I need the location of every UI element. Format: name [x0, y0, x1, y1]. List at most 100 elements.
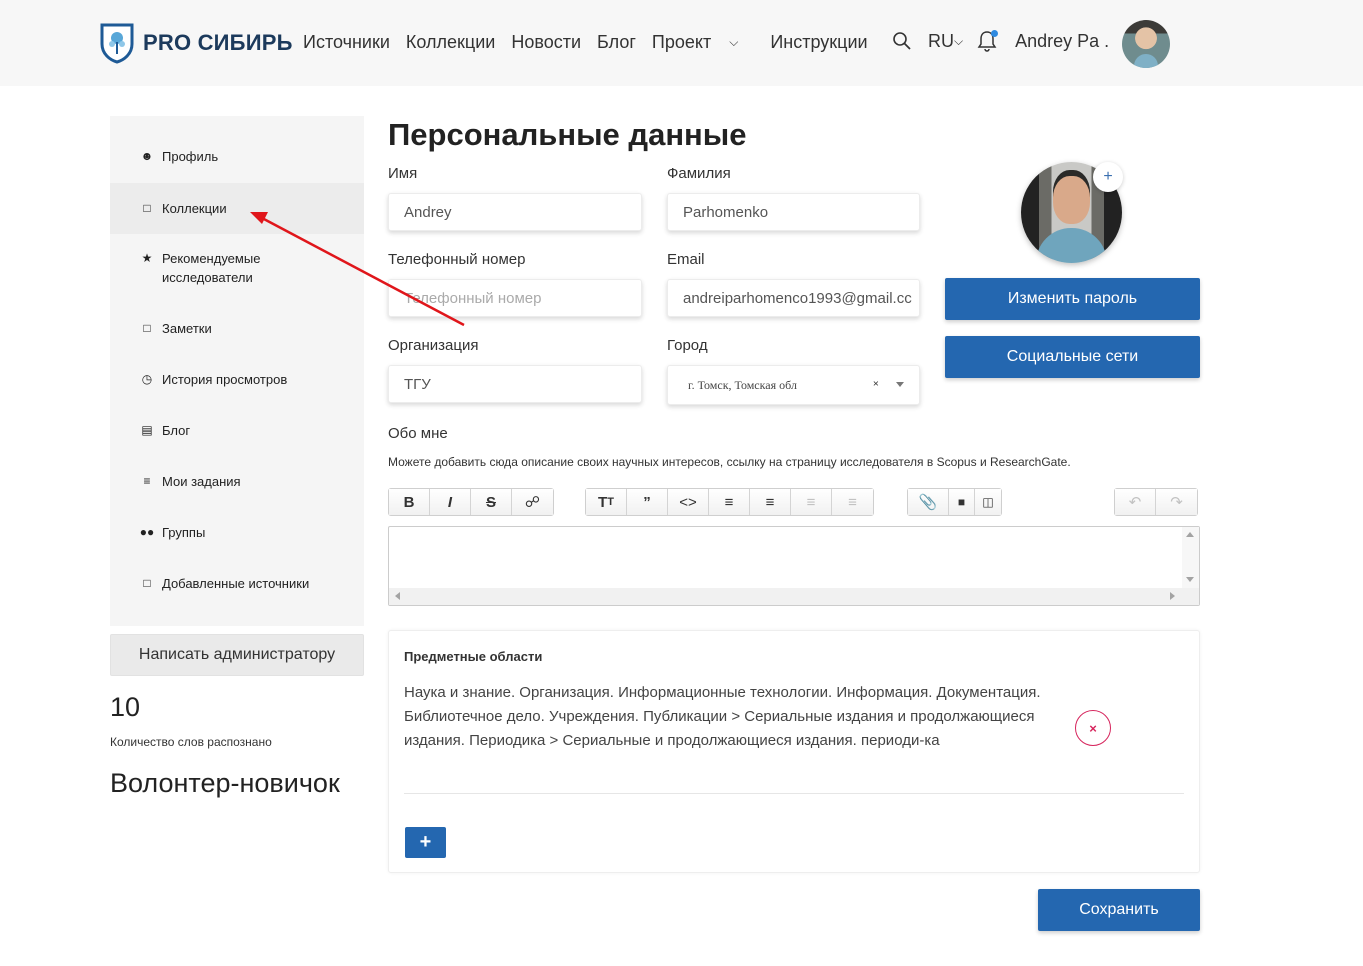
organization-field[interactable]: ТГУ: [388, 365, 642, 403]
scroll-down-icon[interactable]: [1186, 577, 1194, 582]
word-count-label: Количество слов распознано: [110, 735, 272, 749]
toolbar-format-group: B I S ☍: [388, 488, 554, 516]
email-label: Email: [667, 251, 705, 268]
sidebar-item-groups[interactable]: ●● Группы: [110, 525, 364, 540]
chevron-down-icon: ⌵: [729, 35, 739, 49]
redo-button[interactable]: ↷: [1156, 489, 1197, 515]
bold-button[interactable]: B: [389, 489, 430, 515]
remove-subject-button[interactable]: ×: [1075, 710, 1111, 746]
sidebar-item-label: Мои задания: [162, 474, 241, 489]
scroll-up-icon[interactable]: [1186, 532, 1194, 537]
bookmark-icon: □: [143, 201, 151, 215]
city-select[interactable]: г. Томск, Томская обл ×: [667, 365, 920, 405]
language-selector[interactable]: RU⌵: [928, 31, 963, 52]
sidebar-item-history[interactable]: ◷ История просмотров: [110, 372, 364, 387]
undo-button[interactable]: ↶: [1115, 489, 1156, 515]
scroll-left-icon[interactable]: [395, 592, 400, 600]
sidebar-item-label: Группы: [162, 525, 206, 540]
about-label: Обо мне: [388, 425, 448, 442]
task-list-icon: ≡: [143, 474, 151, 488]
sidebar-item-collections[interactable]: □ Коллекции: [110, 183, 364, 234]
phone-field[interactable]: Телефонный номер: [388, 279, 642, 317]
user-name[interactable]: Andrey Pa .: [1015, 31, 1109, 52]
heading-button[interactable]: TT: [586, 489, 627, 515]
indent-button[interactable]: ≡: [832, 489, 873, 515]
sidebar-item-label: Добавленные источники: [162, 576, 310, 591]
toolbar-insert-group: 📎 ■ ◫: [907, 488, 1002, 516]
top-navbar: PRO СИБИРЬ Источники Коллекции Новости Б…: [0, 0, 1363, 86]
clear-icon[interactable]: ×: [873, 378, 879, 390]
link-button[interactable]: ☍: [512, 489, 553, 515]
toolbar-block-group: TT ” <> ≡ ≡ ≡ ≡: [585, 488, 874, 516]
scroll-right-icon[interactable]: [1170, 592, 1175, 600]
italic-button[interactable]: I: [430, 489, 471, 515]
search-icon[interactable]: [892, 31, 912, 51]
sidebar-item-added-sources[interactable]: □ Добавленные источники: [110, 576, 364, 591]
nav-project-label: Проект: [651, 32, 712, 52]
sidebar-item-label: Профиль: [162, 149, 219, 164]
clock-icon: ◷: [141, 372, 153, 386]
phone-label: Телефонный номер: [388, 251, 526, 268]
social-networks-button[interactable]: Социальные сети: [945, 336, 1200, 378]
video-button[interactable]: ■: [949, 489, 975, 515]
logo-text: PRO СИБИРЬ: [143, 30, 293, 55]
about-editor[interactable]: [388, 526, 1200, 606]
quote-button[interactable]: ”: [627, 489, 668, 515]
horizontal-scrollbar[interactable]: [389, 588, 1199, 605]
divider: [404, 793, 1184, 794]
language-label: RU: [928, 30, 954, 51]
code-button[interactable]: <>: [668, 489, 709, 515]
about-hint: Можете добавить сюда описание своих науч…: [388, 455, 1071, 469]
subject-areas-text: Наука и знание. Организация. Информацион…: [404, 684, 1041, 749]
save-button[interactable]: Сохранить: [1038, 889, 1200, 931]
sidebar-item-profile[interactable]: ☻ Профиль: [110, 149, 364, 164]
sidebar-item-label: Блог: [162, 423, 191, 438]
change-password-button[interactable]: Изменить пароль: [945, 278, 1200, 320]
strikethrough-button[interactable]: S: [471, 489, 512, 515]
toolbar-history-group: ↶ ↷: [1114, 488, 1198, 516]
subject-areas-title: Предметные области: [404, 649, 543, 664]
profile-sidebar: ☻ Профиль □ Коллекции ★ Рекомендуемые иссле…: [110, 116, 364, 626]
sidebar-item-label: Рекомендуемые исследователи: [162, 251, 261, 285]
nav-news[interactable]: Новости: [511, 32, 581, 53]
sidebar-item-researchers[interactable]: ★ Рекомендуемые исследователи: [110, 251, 364, 287]
outdent-button[interactable]: ≡: [791, 489, 832, 515]
nav-blog[interactable]: Блог: [597, 32, 636, 53]
notifications-button[interactable]: [977, 30, 999, 52]
chevron-down-icon: ⌵: [954, 33, 964, 48]
add-subject-button[interactable]: +: [405, 827, 446, 858]
users-icon: ●●: [139, 525, 155, 539]
add-photo-button[interactable]: +: [1093, 162, 1123, 192]
user-avatar[interactable]: [1122, 20, 1170, 68]
site-logo[interactable]: PRO СИБИРЬ: [99, 22, 293, 64]
nav-instructions[interactable]: Инструкции: [770, 32, 867, 53]
email-field[interactable]: andreiparhomenco1993@gmail.cc: [667, 279, 920, 317]
comment-icon: □: [143, 321, 151, 335]
header-tools: RU⌵ Andrey Pa .: [892, 30, 1109, 52]
attachment-button[interactable]: 📎: [908, 489, 949, 515]
user-icon: ☻: [140, 149, 154, 163]
subject-areas-card: Предметные области Наука и знание. Орган…: [388, 630, 1200, 873]
bullet-list-button[interactable]: ≡: [709, 489, 750, 515]
sidebar-item-notes[interactable]: □ Заметки: [110, 321, 364, 336]
last-name-field[interactable]: Parhomenko: [667, 193, 920, 231]
sidebar-item-label: Коллекции: [162, 201, 227, 216]
nav-collections[interactable]: Коллекции: [406, 32, 495, 53]
nav-project[interactable]: Проект ⌵: [652, 32, 754, 53]
city-label: Город: [667, 337, 708, 354]
sidebar-item-label: Заметки: [162, 321, 212, 336]
nav-sources[interactable]: Источники: [303, 32, 390, 53]
write-admin-button[interactable]: Написать администратору: [110, 634, 364, 676]
organization-label: Организация: [388, 337, 479, 354]
award-icon: ★: [141, 251, 153, 265]
numbered-list-button[interactable]: ≡: [750, 489, 791, 515]
user-rank: Волонтер-новичок: [110, 768, 340, 798]
dropdown-arrow-icon[interactable]: [896, 382, 904, 387]
word-count: 10: [110, 692, 141, 722]
sidebar-item-blog[interactable]: ▤ Блог: [110, 423, 364, 438]
page-title: Персональные данные: [388, 117, 747, 152]
sidebar-item-tasks[interactable]: ≡ Мои задания: [110, 474, 364, 489]
main-nav: Источники Коллекции Новости Блог Проект ⌵…: [303, 32, 884, 53]
first-name-field[interactable]: Andrey: [388, 193, 642, 231]
table-button[interactable]: ◫: [975, 489, 1001, 515]
